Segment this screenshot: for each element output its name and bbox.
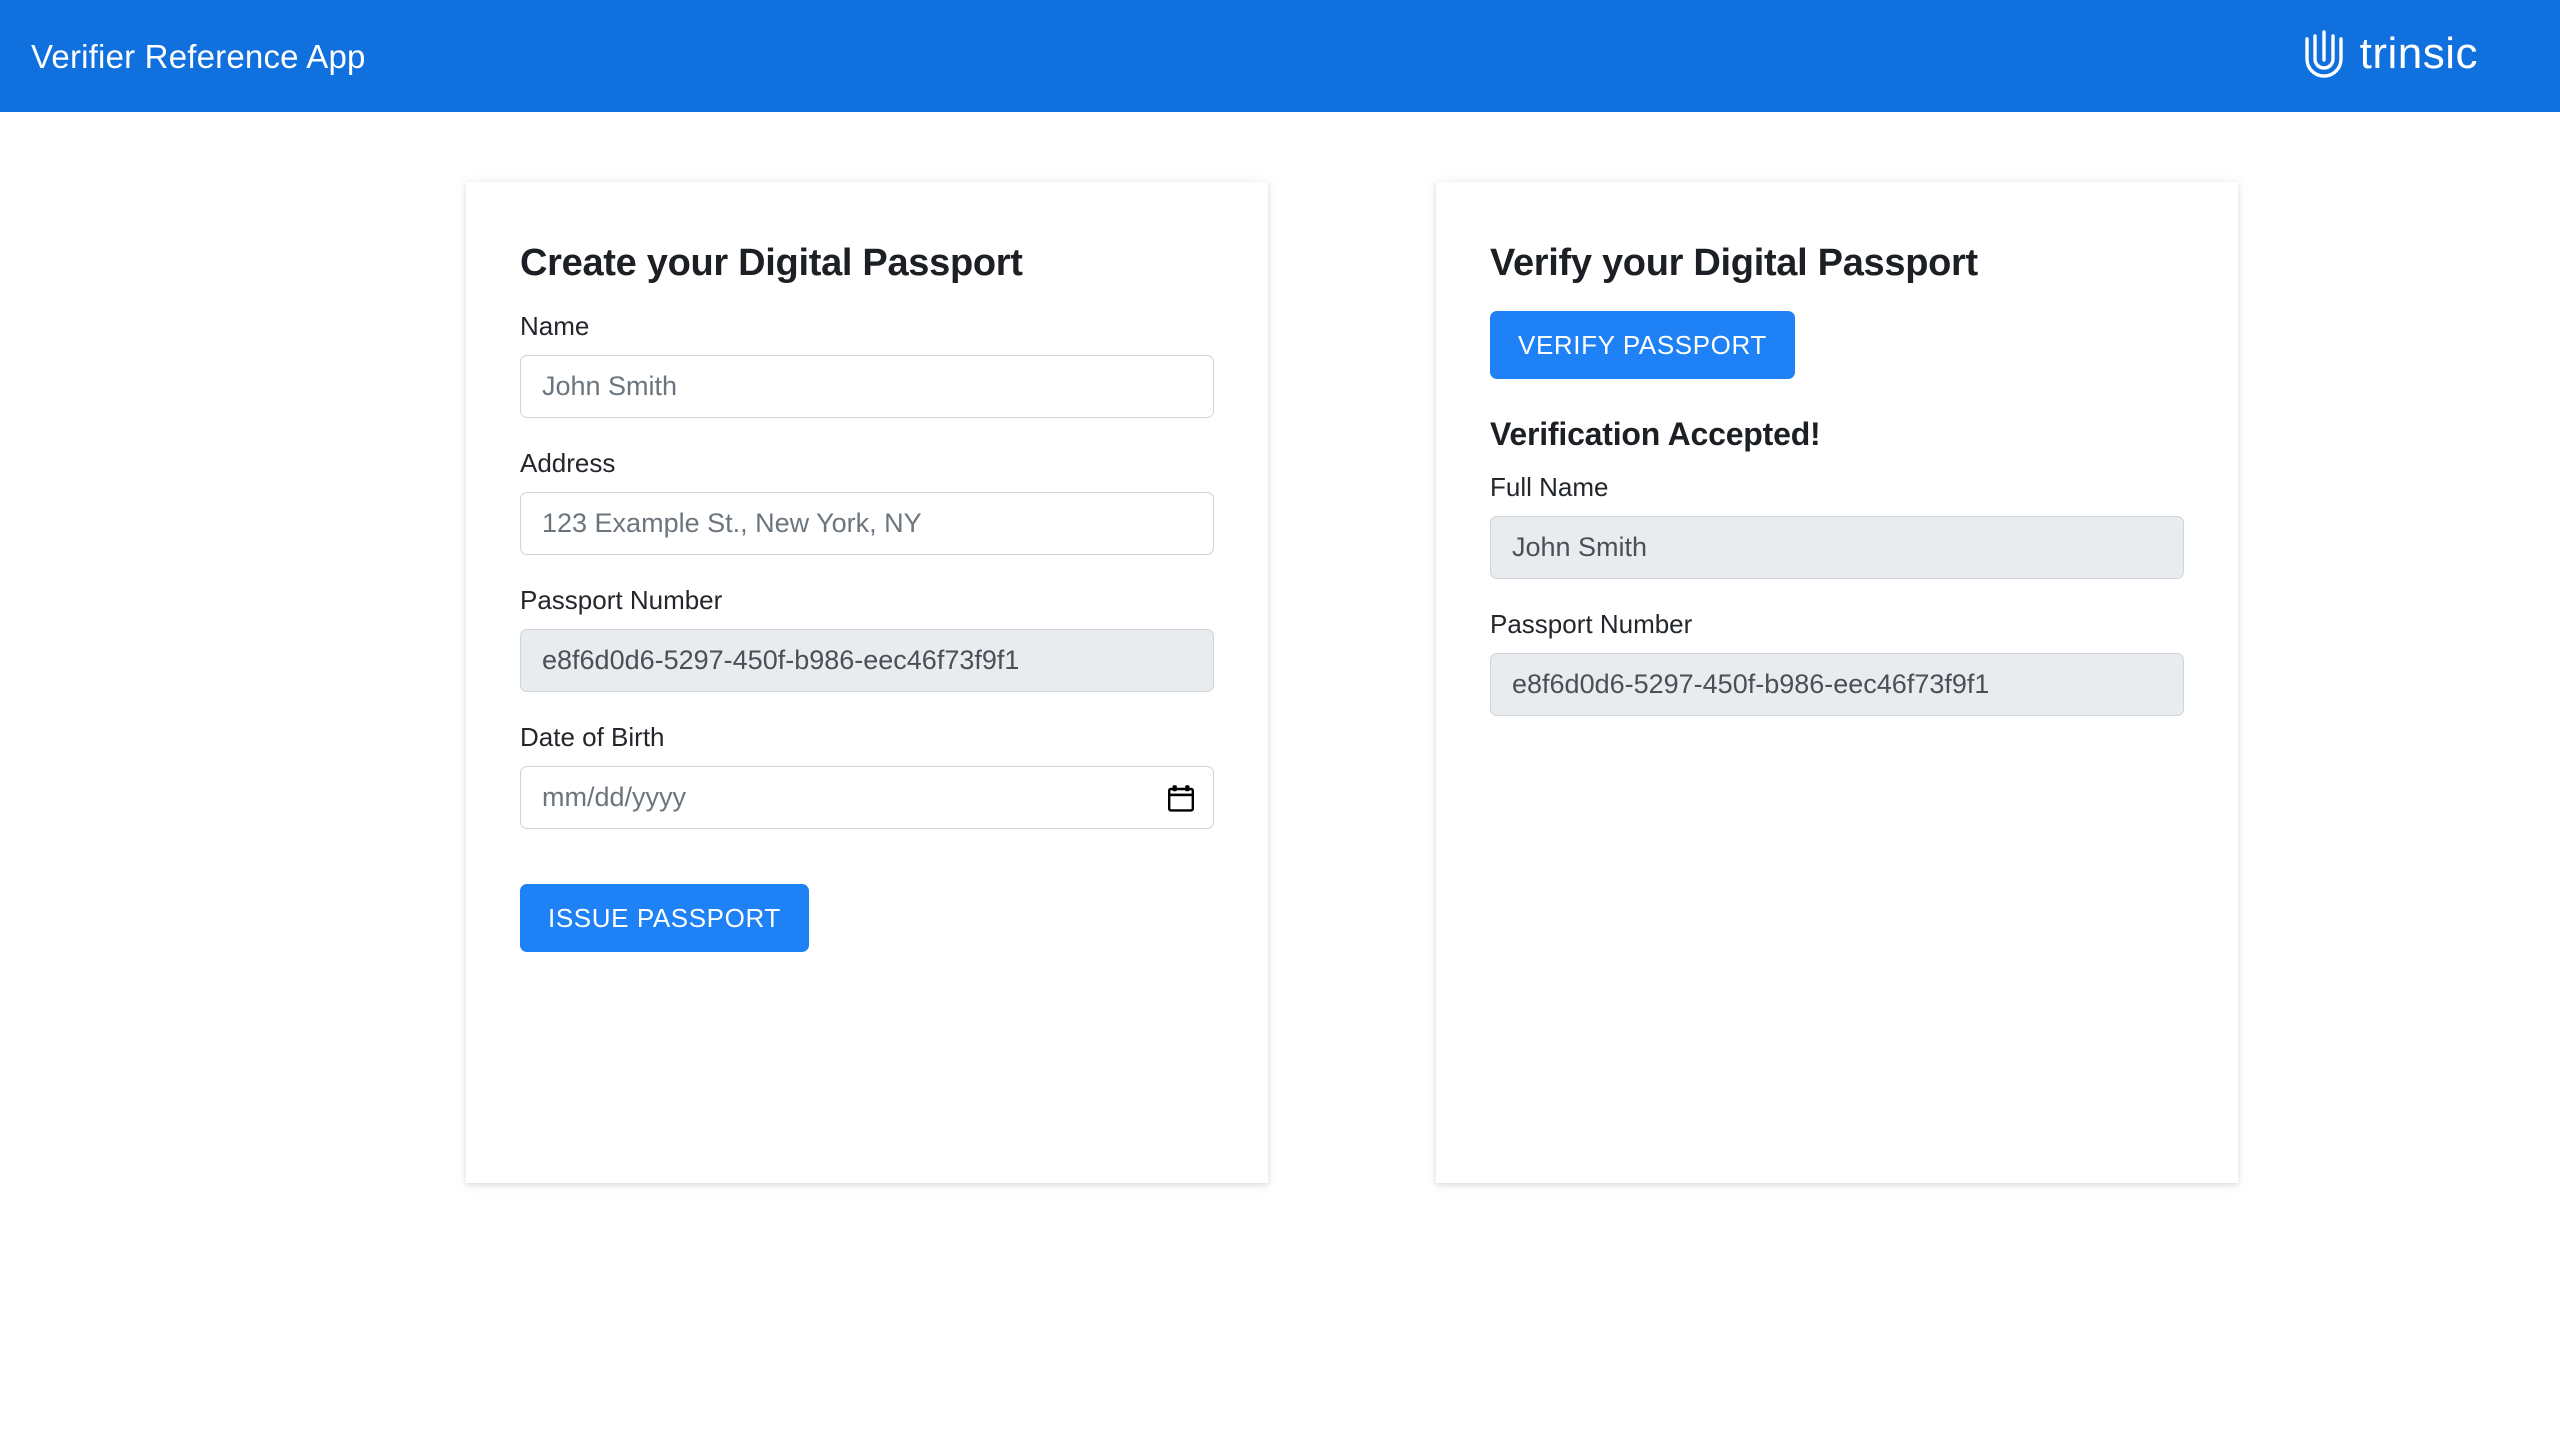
date-of-birth-wrapper — [520, 766, 1214, 830]
verified-passport-number-label: Passport Number — [1490, 609, 1693, 640]
date-of-birth-input[interactable] — [520, 766, 1214, 830]
verified-passport-number-input — [1490, 653, 2184, 717]
page-title: Verifier Reference App — [31, 37, 366, 75]
verify-card-title: Verify your Digital Passport — [1490, 242, 1978, 284]
trinsic-hand-icon — [2303, 29, 2347, 84]
field-name: Name — [520, 311, 1214, 418]
issue-passport-card: Create your Digital Passport Name Addres… — [466, 182, 1268, 1183]
passport-number-input — [520, 629, 1214, 693]
full-name-input — [1490, 516, 2184, 580]
field-verified-passport-number: Passport Number — [1490, 609, 2184, 717]
verify-passport-button[interactable]: VERIFY PASSPORT — [1490, 310, 1795, 379]
passport-number-label: Passport Number — [520, 585, 723, 616]
issue-card-title: Create your Digital Passport — [520, 242, 1023, 284]
name-input[interactable] — [520, 354, 1214, 418]
date-of-birth-label: Date of Birth — [520, 722, 665, 753]
name-label: Name — [520, 310, 590, 341]
app-header: Verifier Reference App trinsic — [0, 0, 2560, 112]
field-full-name: Full Name — [1490, 472, 2184, 580]
full-name-label: Full Name — [1490, 472, 1609, 503]
field-passport-number: Passport Number — [520, 585, 1214, 693]
trinsic-brand[interactable]: trinsic — [2303, 29, 2520, 84]
issue-passport-button[interactable]: ISSUE PASSPORT — [520, 884, 809, 953]
verify-passport-card: Verify your Digital Passport VERIFY PASS… — [1436, 182, 2238, 1183]
calendar-icon[interactable] — [1168, 784, 1195, 812]
verification-status-text: Verification Accepted! — [1490, 415, 1821, 452]
field-address: Address — [520, 447, 1214, 556]
address-label: Address — [520, 447, 616, 478]
address-input[interactable] — [520, 492, 1214, 556]
field-date-of-birth: Date of Birth — [520, 722, 1214, 830]
trinsic-wordmark: trinsic — [2359, 29, 2478, 78]
